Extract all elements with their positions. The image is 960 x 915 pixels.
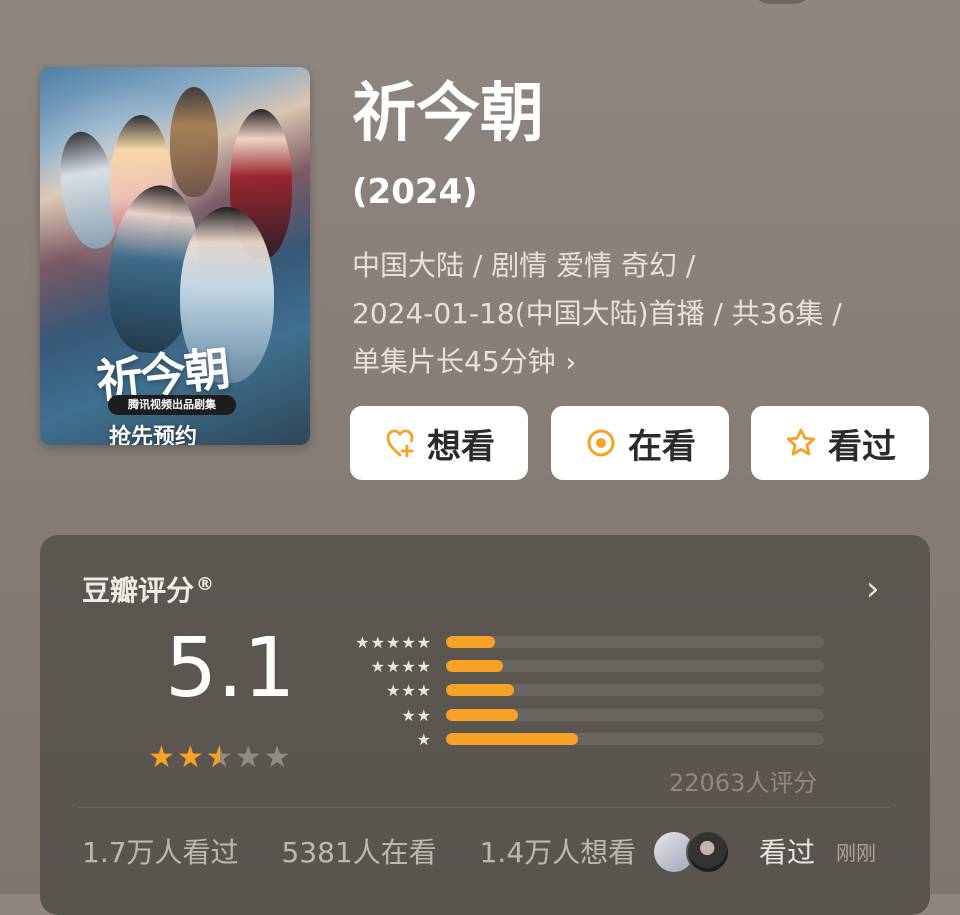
rating-row-2-stars: ★★ bbox=[340, 705, 834, 725]
rating-row-3-stars: ★★★ bbox=[340, 680, 834, 700]
rating-title-text: 豆瓣评分 bbox=[82, 574, 195, 607]
want-to-watch-button[interactable]: 想看 bbox=[350, 406, 528, 480]
page-title: 祈今朝 bbox=[352, 77, 544, 151]
rating-stars: ★★★ ★★ bbox=[148, 740, 293, 775]
show-meta-line-2: 2024-01-18(中国大陆)首播 / 共36集 / bbox=[352, 297, 842, 330]
poster-character bbox=[170, 87, 218, 197]
watched-button[interactable]: 看过 bbox=[751, 406, 929, 480]
show-duration: 单集片长45分钟 bbox=[352, 345, 556, 378]
rating-bar-track bbox=[446, 684, 824, 696]
watching-button[interactable]: 在看 bbox=[551, 406, 729, 480]
target-circle-icon bbox=[587, 429, 615, 457]
show-meta-line-3[interactable]: 单集片长45分钟 › bbox=[352, 338, 927, 387]
watched-label: 看过 bbox=[828, 426, 896, 467]
rating-bar-fill bbox=[446, 733, 579, 745]
watch-stats: 1.7万人看过 5381人在看 1.4万人想看 bbox=[82, 831, 670, 871]
divider bbox=[78, 807, 890, 808]
three-star-label: ★★★ bbox=[385, 680, 432, 700]
four-star-label: ★★★★ bbox=[370, 656, 432, 676]
rating-score: 5.1 bbox=[165, 621, 296, 716]
half-star-icon: ★ bbox=[206, 740, 235, 775]
empty-star-icon: ★ bbox=[263, 740, 293, 775]
rating-count: 22063人评分 bbox=[669, 769, 818, 797]
rating-bar-track bbox=[446, 709, 824, 721]
rating-bar-fill bbox=[446, 636, 496, 648]
watching-count: 5381人在看 bbox=[281, 836, 437, 869]
rating-bar-track bbox=[446, 660, 824, 672]
recent-activity-time: 刚刚 bbox=[836, 841, 876, 865]
rating-row-5-stars: ★★★★★ bbox=[340, 632, 834, 652]
two-star-label: ★★ bbox=[401, 705, 432, 725]
rating-bar-fill bbox=[446, 660, 503, 672]
chevron-right-icon[interactable]: › bbox=[866, 569, 880, 609]
top-handle bbox=[752, 0, 812, 4]
poster-badge: 腾讯视频出品剧集 bbox=[108, 395, 236, 415]
show-poster[interactable]: 祈今朝 腾讯视频出品剧集 抢先预约 bbox=[40, 67, 310, 445]
full-star-icon: ★ bbox=[148, 740, 177, 775]
recent-activity-label: 看过 bbox=[759, 836, 816, 869]
five-star-label: ★★★★★ bbox=[355, 632, 432, 652]
heart-plus-icon bbox=[386, 429, 414, 458]
want-to-watch-label: 想看 bbox=[427, 426, 495, 467]
rating-row-4-stars: ★★★★ bbox=[340, 656, 834, 676]
rating-bar-fill bbox=[446, 684, 515, 696]
watching-label: 在看 bbox=[628, 426, 696, 467]
star-outline-icon bbox=[786, 428, 816, 456]
empty-star-icon: ★ bbox=[234, 740, 264, 775]
registered-mark: ® bbox=[196, 573, 215, 595]
full-star-icon: ★ bbox=[176, 740, 206, 775]
rating-panel-title: 豆瓣评分 ® bbox=[82, 569, 214, 609]
poster-call-to-action: 抢先预约 bbox=[109, 425, 198, 445]
douban-rating-panel[interactable]: 豆瓣评分® › 5.1 ★★★★★ ★★★★★ ★★★★ ★★★ ★★ ★ 22… bbox=[40, 535, 930, 915]
rating-bar-fill bbox=[446, 709, 518, 721]
show-meta-line-1: 中国大陆 / 剧情 爱情 奇幻 / bbox=[352, 249, 696, 282]
release-year: (2024) bbox=[352, 172, 478, 212]
rating-bar-track bbox=[446, 733, 824, 745]
watched-count: 1.7万人看过 bbox=[82, 836, 239, 869]
one-star-label: ★ bbox=[416, 729, 432, 749]
rating-bar-track bbox=[446, 636, 824, 648]
avatar[interactable] bbox=[686, 830, 730, 874]
chevron-right-icon[interactable]: › bbox=[566, 348, 576, 378]
rating-row-1-star: ★ bbox=[340, 729, 834, 749]
want-count: 1.4万人想看 bbox=[479, 836, 637, 869]
